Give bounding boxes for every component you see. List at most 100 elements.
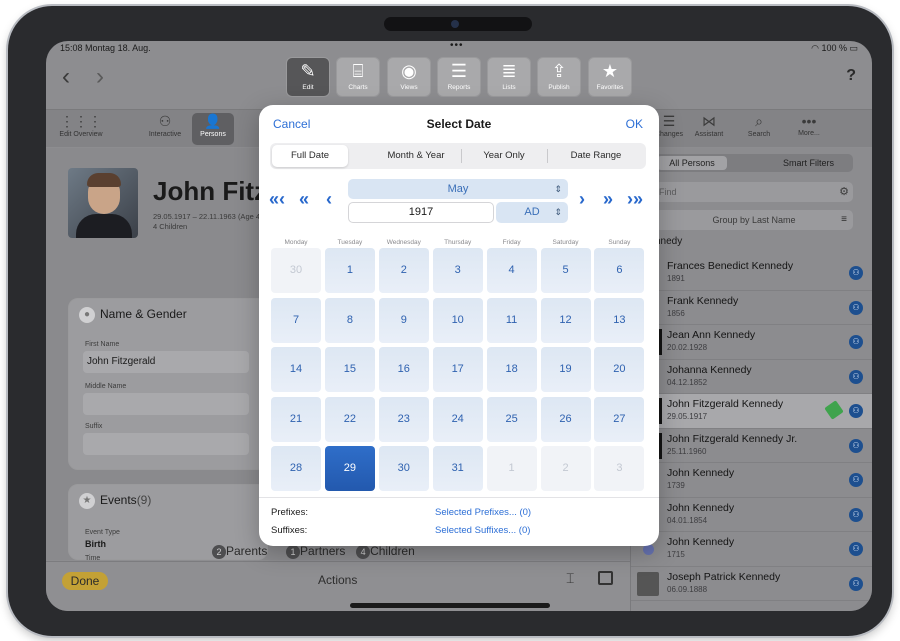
cancel-button[interactable]: Cancel bbox=[273, 117, 310, 131]
calendar-day[interactable]: 29 bbox=[324, 446, 375, 491]
calendar-day[interactable]: 7 bbox=[271, 297, 321, 343]
family-tree-icon[interactable]: ⚇ bbox=[849, 369, 863, 384]
family-tree-icon[interactable]: ⚇ bbox=[849, 335, 863, 349]
charts-toolbar-button[interactable]: ⌸ Charts bbox=[336, 57, 380, 97]
calendar-day[interactable]: 26 bbox=[540, 396, 591, 442]
calendar-day[interactable]: 3 bbox=[432, 248, 483, 293]
calendar-day[interactable]: 1 bbox=[486, 446, 537, 491]
family-tree-icon[interactable]: ⚇ bbox=[849, 473, 863, 487]
forward-century-icon[interactable]: ›» bbox=[627, 189, 643, 210]
calendar-day[interactable]: 2 bbox=[378, 248, 429, 293]
interactive-button[interactable]: ⚇ Interactive bbox=[136, 113, 194, 138]
calendar-day[interactable]: 12 bbox=[540, 297, 591, 343]
calendar-day[interactable]: 9 bbox=[378, 297, 429, 343]
calendar-day[interactable]: 30 bbox=[271, 248, 321, 293]
person-row[interactable]: John Kennedy 1739 ⚇ bbox=[631, 463, 872, 498]
calendar-day[interactable]: 23 bbox=[378, 396, 429, 442]
help-button[interactable]: ? bbox=[846, 67, 856, 85]
calendar-day[interactable]: 15 bbox=[324, 347, 375, 392]
person-row[interactable]: Jean Ann Kennedy 20.02.1928 ⚇ bbox=[631, 325, 872, 360]
suffixes-link[interactable]: Selected Suffixes... (0) bbox=[435, 525, 530, 536]
calendar-day[interactable]: 14 bbox=[271, 347, 321, 392]
calendar-day[interactable]: 22 bbox=[324, 396, 375, 442]
publish-toolbar-button[interactable]: ⇪ Publish bbox=[537, 57, 581, 97]
date-range-tab[interactable]: Date Range bbox=[548, 145, 644, 167]
ok-button[interactable]: OK bbox=[626, 117, 643, 131]
calendar-day[interactable]: 17 bbox=[432, 347, 483, 392]
group-by-button[interactable]: Group by Last Name ≡ bbox=[655, 210, 853, 230]
family-tree-icon[interactable]: ⚇ bbox=[849, 542, 863, 556]
middle-name-field[interactable] bbox=[83, 393, 249, 415]
family-tree-icon[interactable]: ⚇ bbox=[849, 300, 863, 315]
person-row[interactable]: Joseph Patrick Kennedy 06.09.1888 ⚇ bbox=[631, 567, 872, 601]
month-select[interactable]: May ⇕ bbox=[348, 179, 568, 199]
tab-parents[interactable]: 2 Parents bbox=[212, 544, 267, 559]
calendar-day[interactable]: 27 bbox=[594, 396, 645, 442]
person-row[interactable]: Frank Kennedy 1856 ⚇ bbox=[631, 291, 872, 325]
favorites-toolbar-button[interactable]: ★ Favorites bbox=[588, 57, 632, 97]
family-tree-icon[interactable]: ⚇ bbox=[849, 404, 863, 418]
calendar-day[interactable]: 25 bbox=[486, 396, 537, 442]
find-input[interactable]: Find ⚙ bbox=[655, 182, 853, 202]
all-persons-tab[interactable]: All Persons bbox=[657, 156, 727, 170]
forward-month-icon[interactable]: › bbox=[579, 189, 585, 210]
family-tree-icon[interactable]: ⚇ bbox=[849, 507, 863, 522]
calendar-day[interactable]: 8 bbox=[324, 297, 375, 343]
sidebar-toggle-icon[interactable] bbox=[598, 571, 613, 585]
calendar-day[interactable]: 20 bbox=[594, 347, 645, 392]
full-date-tab[interactable]: Full Date bbox=[272, 145, 348, 167]
lists-toolbar-button[interactable]: ≣ Lists bbox=[487, 57, 531, 97]
reports-toolbar-button[interactable]: ☰ Reports bbox=[437, 57, 481, 97]
tree-layout-icon[interactable]: ⌶ bbox=[566, 570, 574, 587]
family-tree-icon[interactable]: ⚇ bbox=[849, 438, 863, 453]
calendar-day[interactable]: 1 bbox=[324, 248, 375, 293]
calendar-day[interactable]: 2 bbox=[540, 446, 591, 491]
event-type-value[interactable]: Birth bbox=[85, 539, 106, 549]
persons-button[interactable]: 👤 Persons bbox=[192, 113, 234, 145]
prefixes-link[interactable]: Selected Prefixes... (0) bbox=[435, 507, 531, 518]
views-toolbar-button[interactable]: ◉ Views bbox=[387, 57, 431, 97]
more-button[interactable]: ••• More... bbox=[780, 113, 838, 137]
done-button[interactable]: Done bbox=[62, 572, 108, 590]
family-tree-icon[interactable]: ⚇ bbox=[849, 266, 863, 280]
calendar-day[interactable]: 6 bbox=[594, 248, 645, 293]
calendar-day[interactable]: 30 bbox=[378, 446, 429, 491]
era-select[interactable]: AD ⇕ bbox=[496, 202, 568, 223]
year-only-tab[interactable]: Year Only bbox=[462, 145, 546, 167]
person-row[interactable]: John Kennedy 1715 ⚇ bbox=[631, 532, 872, 567]
calendar-day[interactable]: 18 bbox=[486, 347, 537, 392]
calendar-day[interactable]: 11 bbox=[486, 297, 537, 343]
back-chevron-icon[interactable]: ‹ bbox=[62, 63, 70, 91]
back-month-icon[interactable]: ‹ bbox=[326, 189, 332, 210]
back-year-icon[interactable]: « bbox=[299, 189, 309, 210]
person-row[interactable]: John Fitzgerald Kennedy 29.05.1917 ⚇ bbox=[631, 394, 872, 429]
edit-overview-button[interactable]: ⋮⋮⋮ Edit Overview bbox=[52, 113, 110, 138]
year-field[interactable]: 1917 bbox=[348, 202, 494, 223]
edit-toolbar-button[interactable]: ✎ Edit bbox=[286, 57, 330, 97]
calendar-day[interactable]: 28 bbox=[271, 446, 321, 491]
calendar-day[interactable]: 16 bbox=[378, 347, 429, 392]
calendar-day[interactable]: 13 bbox=[594, 297, 645, 343]
tab-children[interactable]: 4 Children bbox=[356, 544, 415, 559]
person-photo[interactable] bbox=[68, 168, 138, 238]
forward-chevron-icon[interactable]: › bbox=[96, 63, 104, 91]
tab-partners[interactable]: 1 Partners bbox=[286, 544, 345, 559]
smart-filters-tab[interactable]: Smart Filters bbox=[783, 156, 834, 170]
person-row[interactable]: Frances Benedict Kennedy 1891 ⚇ bbox=[631, 256, 872, 291]
gear-icon[interactable]: ⚙ bbox=[839, 185, 849, 198]
calendar-day[interactable]: 19 bbox=[540, 347, 591, 392]
calendar-day[interactable]: 31 bbox=[432, 446, 483, 491]
person-row[interactable]: Johanna Kennedy 04.12.1852 ⚇ bbox=[631, 360, 872, 394]
actions-button[interactable]: Actions bbox=[318, 573, 357, 587]
suffix-field[interactable] bbox=[83, 433, 249, 455]
person-row[interactable]: John Kennedy 04.01.1854 ⚇ bbox=[631, 498, 872, 532]
calendar-day[interactable]: 21 bbox=[271, 396, 321, 442]
forward-year-icon[interactable]: » bbox=[603, 189, 613, 210]
family-tree-icon[interactable]: ⚇ bbox=[849, 576, 863, 591]
calendar-day[interactable]: 10 bbox=[432, 297, 483, 343]
calendar-day[interactable]: 4 bbox=[486, 248, 537, 293]
person-row[interactable]: John Fitzgerald Kennedy Jr. 25.11.1960 ⚇ bbox=[631, 429, 872, 463]
calendar-day[interactable]: 3 bbox=[594, 446, 645, 491]
calendar-day[interactable]: 5 bbox=[540, 248, 591, 293]
first-name-field[interactable]: John Fitzgerald bbox=[83, 351, 249, 373]
